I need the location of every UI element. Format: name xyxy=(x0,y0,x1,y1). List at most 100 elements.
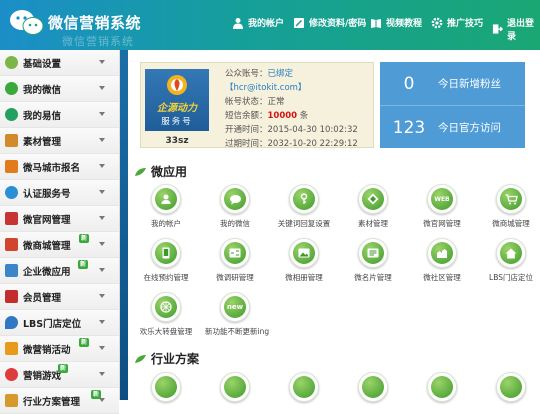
food-icon xyxy=(155,376,177,398)
new-badge: 新 xyxy=(79,338,89,347)
chevron-down-icon xyxy=(99,294,105,298)
phone-icon xyxy=(155,242,177,264)
chevron-down-icon xyxy=(99,216,105,220)
education-icon xyxy=(293,376,315,398)
status-label: 帐号状态： xyxy=(225,97,268,107)
sidebar-item-basic-settings[interactable]: 基础设置 xyxy=(0,50,119,76)
sidebar-item-material[interactable]: 素材管理 xyxy=(0,128,119,154)
sidebar-item-label: 行业方案管理 xyxy=(23,396,81,408)
sidebar-item-member[interactable]: 会员管理 xyxy=(0,284,119,310)
status-row: 帐号状态：正常 xyxy=(225,95,373,109)
sidebar-item-label: 企业微应用 xyxy=(23,266,71,278)
chevron-down-icon xyxy=(99,268,105,272)
app-title: 微信营销系统 xyxy=(48,14,142,32)
location-icon xyxy=(5,316,18,329)
industry-icon xyxy=(5,394,18,407)
city-icon xyxy=(5,160,18,173)
app-new-features[interactable]: new 新功能不断更新ing xyxy=(205,292,270,337)
industry-app-education[interactable] xyxy=(274,372,334,402)
sidebar-item-shop[interactable]: 微商城管理新 xyxy=(0,232,119,258)
nav-my-account[interactable]: 我的帐户 xyxy=(232,16,284,29)
open-value: 2015-04-30 10:02:32 xyxy=(267,125,358,135)
sidebar-item-lbs[interactable]: LBS门店定位 xyxy=(0,310,119,336)
sidebar-item-site[interactable]: 微官网管理 xyxy=(0,206,119,232)
chevron-down-icon xyxy=(99,86,105,90)
app-label: 微商城管理 xyxy=(492,219,530,228)
industry-app-car[interactable] xyxy=(481,372,540,402)
app-label: 我的微信 xyxy=(220,219,250,228)
industry-app-hotel[interactable] xyxy=(205,372,265,402)
chat-icon xyxy=(224,188,246,210)
app-album[interactable]: 微相册管理 xyxy=(274,238,334,283)
chevron-down-icon xyxy=(99,60,105,64)
nav-label: 修改资料/密码 xyxy=(309,19,367,29)
app-lucky-wheel[interactable]: 欢乐大转盘管理 xyxy=(136,292,196,337)
industry-app-food[interactable] xyxy=(136,372,196,402)
sidebar-scroll-strip[interactable] xyxy=(120,50,128,400)
sidebar-item-enterprise[interactable]: 企业微应用新 xyxy=(0,258,119,284)
sidebar-item-label: 基础设置 xyxy=(23,58,62,70)
shop-icon xyxy=(5,238,18,251)
chevron-down-icon xyxy=(99,398,105,402)
app-my-wechat[interactable]: 我的微信 xyxy=(205,184,265,229)
nav-edit-profile[interactable]: 修改资料/密码 xyxy=(293,16,366,29)
sidebar-item-label: 认证服务号 xyxy=(23,188,71,200)
app-shop[interactable]: 微商城管理 xyxy=(481,184,540,229)
sidebar-item-my-wechat[interactable]: 我的微信 xyxy=(0,76,119,102)
app-label: 新功能不断更新ing xyxy=(205,327,270,336)
industry-app-wedding[interactable] xyxy=(412,372,472,402)
app-label: 欢乐大转盘管理 xyxy=(139,327,193,336)
nav-label: 推广技巧 xyxy=(447,19,484,29)
wedding-icon xyxy=(431,376,453,398)
app-survey[interactable]: 微调研管理 xyxy=(205,238,265,283)
app-label: 在线预约管理 xyxy=(143,273,189,282)
app-website[interactable]: WEB 微官网管理 xyxy=(412,184,472,229)
sms-value: 10000 xyxy=(267,111,298,121)
section-industry-title: 行业方案 xyxy=(134,350,199,367)
app-label: 我的帐户 xyxy=(151,219,181,228)
sidebar-item-my-yixin[interactable]: 我的易信 xyxy=(0,102,119,128)
sidebar-item-verify[interactable]: 认证服务号 xyxy=(0,180,119,206)
nav-video-tutorial[interactable]: 视频教程 xyxy=(370,16,422,29)
leaf-icon xyxy=(135,167,146,176)
community-icon xyxy=(431,242,453,264)
web-icon-text: WEB xyxy=(434,195,450,203)
logout-icon xyxy=(492,24,503,34)
nav-logout[interactable]: 退出登录 xyxy=(492,16,540,42)
sidebar-item-label: LBS门店定位 xyxy=(23,318,82,330)
public-status[interactable]: 已绑定 xyxy=(268,69,294,79)
book-icon xyxy=(371,18,381,28)
sidebar-item-industry[interactable]: 行业方案管理新 xyxy=(0,388,119,414)
sidebar-item-label: 我的易信 xyxy=(23,110,62,122)
nav-promo-tips[interactable]: 推广技巧 xyxy=(431,16,483,29)
sidebar-item-label: 微官网管理 xyxy=(23,214,71,226)
settings-icon xyxy=(5,56,18,69)
edit-icon xyxy=(294,17,304,28)
new-icon: new xyxy=(224,296,246,318)
app-label: 微名片管理 xyxy=(354,273,392,282)
public-email: 【hcr@itokit.com】 xyxy=(225,83,307,93)
main-content: 企源动力 服务号 33sz 公众账号：已绑定【hcr@itokit.com】 帐… xyxy=(128,50,540,402)
account-logo: 企源动力 服务号 xyxy=(145,69,209,131)
app-community[interactable]: 微社区管理 xyxy=(412,238,472,283)
app-namecard[interactable]: 微名片管理 xyxy=(343,238,403,283)
chevron-down-icon xyxy=(99,164,105,168)
house-icon xyxy=(362,376,384,398)
app-lbs[interactable]: LBS门店定位 xyxy=(481,238,540,283)
user-icon xyxy=(233,17,243,29)
app-material[interactable]: 素材管理 xyxy=(343,184,403,229)
key-icon xyxy=(293,188,315,210)
sidebar-item-activity[interactable]: 微营销活动新 xyxy=(0,336,119,362)
chevron-down-icon xyxy=(99,320,105,324)
app-booking[interactable]: 在线预约管理 xyxy=(136,238,196,283)
app-keyword-reply[interactable]: 关键词回复设置 xyxy=(274,184,334,229)
sidebar-item-label: 素材管理 xyxy=(23,136,62,148)
sidebar-item-city-signup[interactable]: 微马城市报名 xyxy=(0,154,119,180)
industry-app-house[interactable] xyxy=(343,372,403,402)
sidebar-item-label: 微商城管理 xyxy=(23,240,71,252)
survey-icon xyxy=(224,242,246,264)
header: 微信营销系统 微信营销系统 我的帐户 修改资料/密码 视频教程 推广技巧 退出登… xyxy=(0,0,540,50)
verify-icon xyxy=(5,186,18,199)
sidebar-item-games[interactable]: 营销游戏新 xyxy=(0,362,119,388)
app-my-account[interactable]: 我的帐户 xyxy=(136,184,196,229)
